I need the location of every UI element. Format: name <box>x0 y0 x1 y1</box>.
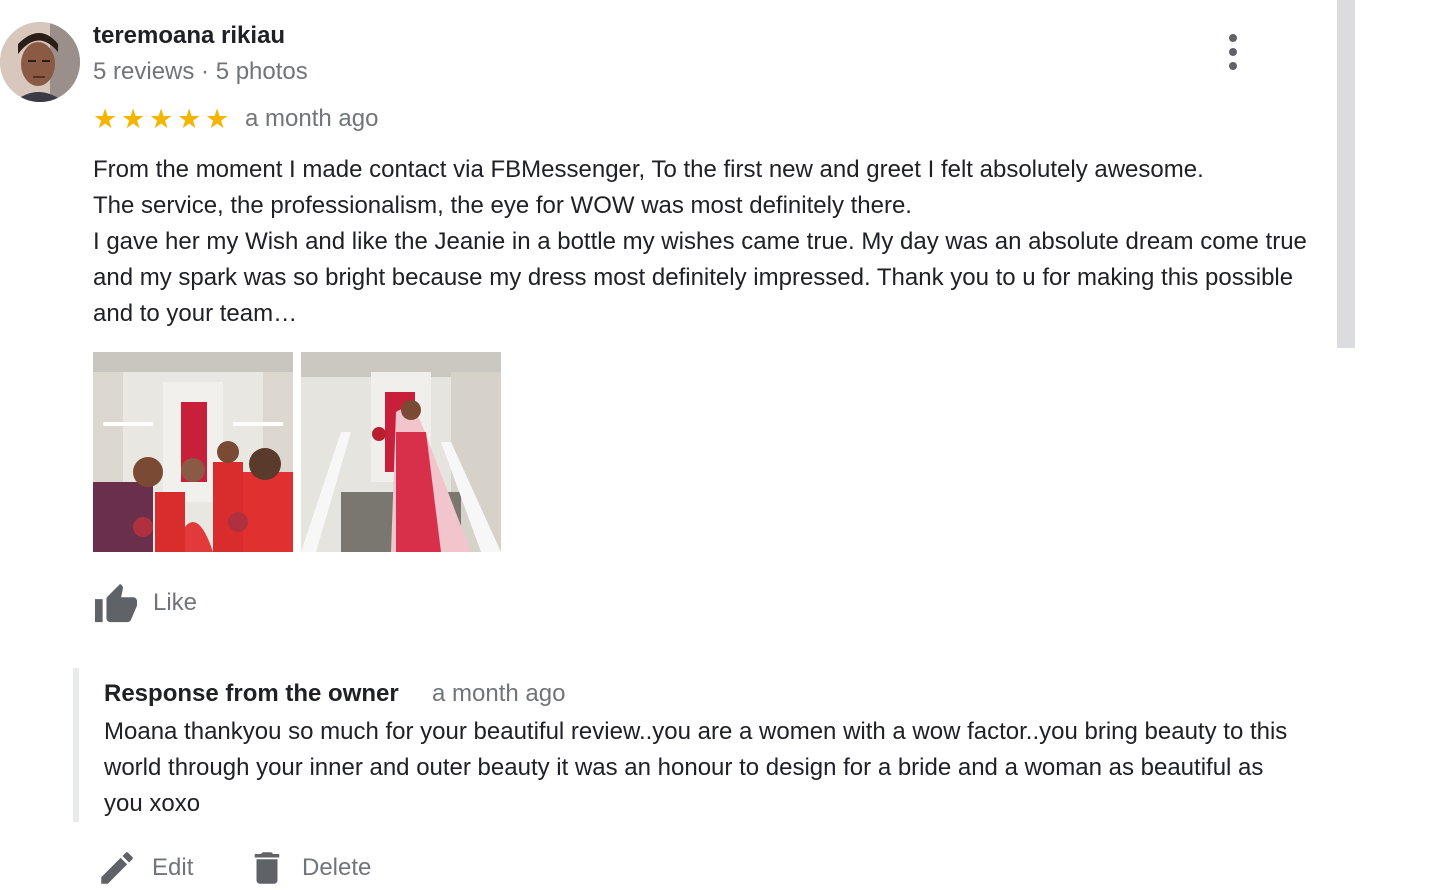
edit-button[interactable]: Edit <box>96 846 193 890</box>
reviewer-meta: 5 reviews · 5 photos <box>93 58 308 85</box>
owner-response: Response from the owner a month ago Moan… <box>73 668 1309 822</box>
star-icon: ★ <box>93 104 118 134</box>
review-date: a month ago <box>245 105 379 132</box>
more-options-button[interactable] <box>1216 30 1250 74</box>
avatar-image <box>0 22 80 102</box>
reviewer-name[interactable]: teremoana rikiau <box>93 22 285 50</box>
edit-label: Edit <box>152 854 194 881</box>
like-button[interactable]: Like <box>93 580 197 626</box>
owner-response-title: Response from the owner <box>104 680 399 707</box>
star-icon: ★ <box>121 104 146 134</box>
star-icon: ★ <box>205 104 230 134</box>
delete-button[interactable]: Delete <box>246 846 371 890</box>
review-photo-bride-steps[interactable] <box>301 352 501 552</box>
pencil-icon <box>101 852 133 884</box>
thumb-up-icon <box>95 583 137 623</box>
trash-icon <box>254 852 280 884</box>
review-photo-bridal-party[interactable] <box>93 352 293 552</box>
delete-label: Delete <box>302 854 372 881</box>
scrollbar[interactable] <box>1337 0 1355 348</box>
reviewer-avatar[interactable] <box>0 22 80 102</box>
star-icon: ★ <box>177 104 202 134</box>
owner-response-text: Moana thankyou so much for your beautifu… <box>104 718 1288 817</box>
bridal-party-photo <box>93 352 293 552</box>
owner-response-date: a month ago <box>432 680 566 707</box>
like-label: Like <box>153 589 198 616</box>
star-rating: ★ ★ ★ ★ ★ <box>93 104 233 134</box>
bride-on-steps-photo <box>301 352 501 552</box>
star-icon: ★ <box>149 104 174 134</box>
review-text: From the moment I made contact via FBMes… <box>93 156 1307 327</box>
